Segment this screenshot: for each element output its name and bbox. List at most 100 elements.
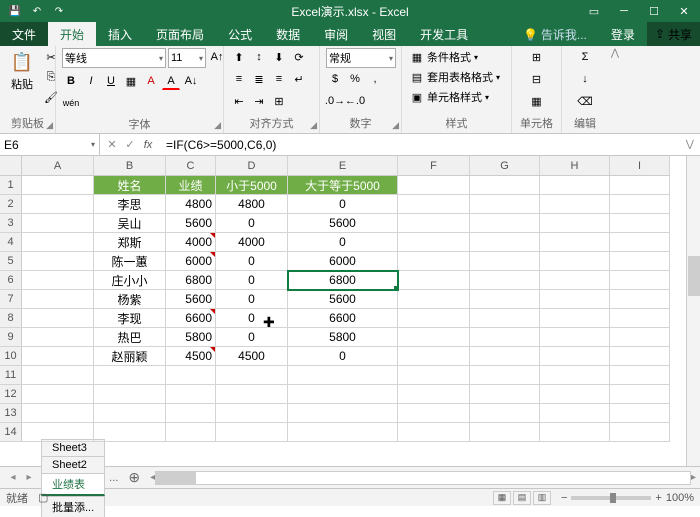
underline-button[interactable]: U xyxy=(102,72,120,90)
cell[interactable]: 陈一蕙 xyxy=(94,252,166,271)
normal-view-icon[interactable]: ▦ xyxy=(493,491,511,505)
cell[interactable] xyxy=(540,271,610,290)
cell[interactable] xyxy=(470,252,540,271)
number-dialog-icon[interactable]: ◢ xyxy=(392,120,399,131)
cell[interactable]: 0 xyxy=(216,214,288,233)
cell[interactable]: 0 xyxy=(216,290,288,309)
cell[interactable]: 6800 xyxy=(288,271,398,290)
sheet-nav-prev-icon[interactable]: ◂ xyxy=(6,471,20,485)
row-header[interactable]: 5 xyxy=(0,252,22,271)
cell[interactable]: 李思 xyxy=(94,195,166,214)
undo-icon[interactable]: ↶ xyxy=(28,2,46,20)
add-sheet-button[interactable]: ⊕ xyxy=(122,467,146,488)
cell[interactable] xyxy=(540,404,610,423)
cell[interactable]: 吴山 xyxy=(94,214,166,233)
increase-indent-icon[interactable]: ⇥ xyxy=(250,92,268,110)
cell[interactable] xyxy=(540,176,610,195)
cell[interactable] xyxy=(22,290,94,309)
autosum-icon[interactable]: Σ xyxy=(576,48,594,66)
cell[interactable] xyxy=(540,252,610,271)
cell[interactable] xyxy=(216,423,288,442)
sheet-tab[interactable]: 业绩表 xyxy=(41,473,105,496)
tab-pagelayout[interactable]: 页面布局 xyxy=(144,22,216,46)
select-all-corner[interactable] xyxy=(0,156,22,176)
cell[interactable] xyxy=(22,252,94,271)
cell[interactable]: 0 xyxy=(216,328,288,347)
cell[interactable]: 0 xyxy=(216,271,288,290)
cell[interactable]: 0 xyxy=(288,347,398,366)
fill-icon[interactable]: ↓ xyxy=(576,70,594,88)
cell[interactable] xyxy=(398,290,470,309)
table-format-button[interactable]: ▤套用表格格式▾ xyxy=(408,68,502,86)
cell[interactable] xyxy=(610,423,670,442)
cell[interactable]: 业绩 xyxy=(166,176,216,195)
cell[interactable]: 6000 xyxy=(166,252,216,271)
cell[interactable] xyxy=(610,404,670,423)
page-break-view-icon[interactable]: ▥ xyxy=(533,491,551,505)
format-cells-icon[interactable]: ▦ xyxy=(528,92,546,110)
cell-style-button[interactable]: ▣单元格样式▾ xyxy=(408,88,491,106)
cell[interactable]: 4500 xyxy=(216,347,288,366)
column-header-G[interactable]: G xyxy=(470,156,540,175)
expand-formula-icon[interactable]: ⋁ xyxy=(680,139,700,150)
cell[interactable] xyxy=(610,290,670,309)
cell[interactable] xyxy=(610,271,670,290)
horizontal-scrollbar[interactable]: ◂ ▸ xyxy=(146,471,700,485)
cell[interactable]: 0 xyxy=(216,252,288,271)
cell[interactable] xyxy=(470,366,540,385)
ribbon-options-icon[interactable]: ▭ xyxy=(580,0,608,22)
font-color-icon[interactable]: A xyxy=(162,72,180,90)
cell[interactable] xyxy=(540,366,610,385)
conditional-format-button[interactable]: ▦条件格式▾ xyxy=(408,48,480,66)
cell[interactable] xyxy=(470,328,540,347)
cell[interactable] xyxy=(398,366,470,385)
cell[interactable] xyxy=(22,423,94,442)
cell[interactable]: 杨紫 xyxy=(94,290,166,309)
cell[interactable]: 大于等于5000 xyxy=(288,176,398,195)
row-header[interactable]: 6 xyxy=(0,271,22,290)
cell[interactable]: 赵丽颖 xyxy=(94,347,166,366)
cell[interactable] xyxy=(216,366,288,385)
cell[interactable]: 5600 xyxy=(166,214,216,233)
tab-home[interactable]: 开始 xyxy=(48,22,96,46)
fx-icon[interactable]: fx xyxy=(140,137,156,153)
percent-format-icon[interactable]: % xyxy=(346,70,364,88)
cell[interactable] xyxy=(610,252,670,271)
paste-button[interactable]: 📋 粘贴 xyxy=(6,48,38,94)
cell[interactable] xyxy=(398,195,470,214)
column-header-D[interactable]: D xyxy=(216,156,288,175)
row-header[interactable]: 7 xyxy=(0,290,22,309)
cell[interactable]: 4000 xyxy=(166,233,216,252)
cell[interactable]: 李现 xyxy=(94,309,166,328)
cell[interactable] xyxy=(540,214,610,233)
zoom-slider[interactable] xyxy=(571,496,651,500)
cell[interactable] xyxy=(166,366,216,385)
cell[interactable] xyxy=(470,271,540,290)
delete-cells-icon[interactable]: ⊟ xyxy=(528,70,546,88)
column-header-H[interactable]: H xyxy=(540,156,610,175)
cell[interactable]: 5800 xyxy=(166,328,216,347)
tab-developer[interactable]: 开发工具 xyxy=(408,22,480,46)
cell[interactable] xyxy=(288,404,398,423)
column-header-A[interactable]: A xyxy=(22,156,94,175)
row-header[interactable]: 10 xyxy=(0,347,22,366)
cell[interactable]: 6600 xyxy=(288,309,398,328)
cell[interactable] xyxy=(610,385,670,404)
close-icon[interactable]: ✕ xyxy=(670,0,698,22)
cell[interactable] xyxy=(470,404,540,423)
decrease-indent-icon[interactable]: ⇤ xyxy=(230,92,248,110)
cell[interactable] xyxy=(398,328,470,347)
cell[interactable]: 5600 xyxy=(166,290,216,309)
cell[interactable]: 5800 xyxy=(288,328,398,347)
column-header-B[interactable]: B xyxy=(94,156,166,175)
tab-file[interactable]: 文件 xyxy=(0,22,48,46)
cell[interactable]: 4800 xyxy=(216,195,288,214)
cell[interactable] xyxy=(610,347,670,366)
cell[interactable] xyxy=(94,423,166,442)
cell[interactable] xyxy=(22,404,94,423)
cell[interactable] xyxy=(610,233,670,252)
cell[interactable] xyxy=(470,385,540,404)
tell-me[interactable]: 💡告诉我... xyxy=(511,22,599,46)
row-header[interactable]: 1 xyxy=(0,176,22,195)
tab-insert[interactable]: 插入 xyxy=(96,22,144,46)
